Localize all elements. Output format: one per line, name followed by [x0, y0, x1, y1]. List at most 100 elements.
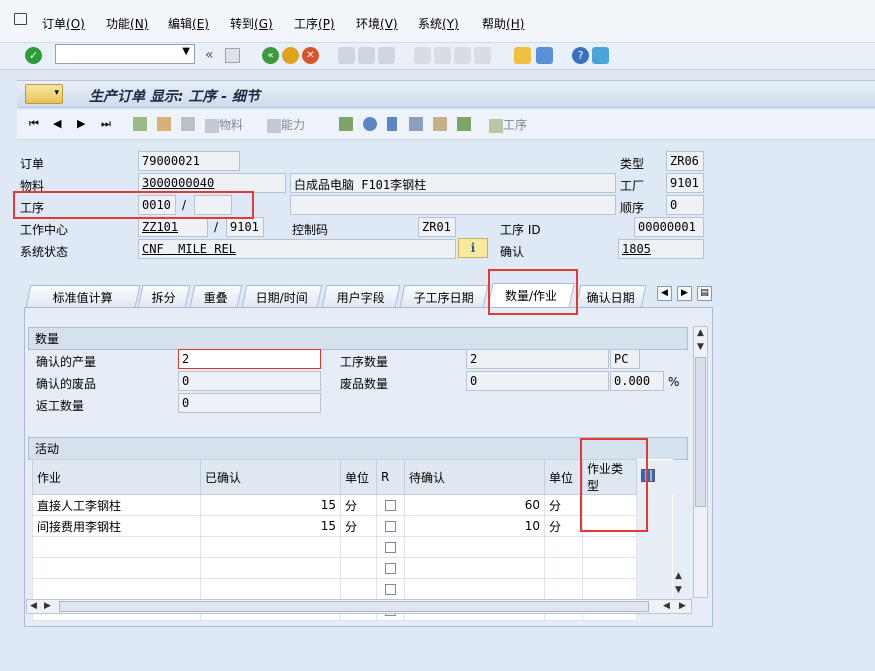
cancel-icon[interactable]: ✕	[302, 47, 319, 64]
workcenter-field[interactable]: ZZ101	[138, 217, 208, 237]
operation-quantity-unit-field[interactable]: PC	[610, 349, 640, 369]
calculator-icon[interactable]	[181, 117, 195, 131]
activity-cell[interactable]	[32, 557, 201, 579]
remaining-cell[interactable]: 10	[404, 515, 545, 537]
operation-id-field[interactable]: 00000001	[634, 217, 704, 237]
table-row[interactable]	[32, 536, 673, 558]
r-checkbox[interactable]	[385, 542, 396, 553]
previous-operation-icon[interactable]: ◀	[53, 117, 61, 130]
capacity-button[interactable]: 能力	[267, 116, 305, 133]
first-page-icon[interactable]	[414, 47, 431, 64]
panel-vertical-scrollbar[interactable]: ▲ ▼	[693, 326, 708, 598]
remaining-cell[interactable]	[404, 536, 545, 558]
screen-menu-button[interactable]: ▾	[25, 84, 63, 104]
confirmed-scrap-field[interactable]: 0	[178, 371, 321, 391]
unit-cell[interactable]	[340, 536, 377, 558]
scroll-right-small-icon[interactable]: ▶	[41, 600, 54, 613]
scroll-left-end-icon[interactable]: ◀	[660, 600, 673, 613]
tab-scroll-right-icon[interactable]: ▶	[677, 286, 692, 301]
activity-type-cell[interactable]	[582, 578, 637, 600]
list-icon[interactable]	[457, 117, 471, 131]
structure-icon[interactable]	[387, 117, 397, 131]
document-icon[interactable]	[157, 117, 171, 131]
last-operation-icon[interactable]: ⏭	[101, 117, 111, 131]
column-header-activity[interactable]: 作业	[32, 459, 201, 495]
table-row[interactable]	[32, 578, 673, 600]
scrap-quantity-field[interactable]: 0	[466, 371, 609, 391]
confirmed-cell[interactable]: 15	[200, 494, 341, 516]
r-checkbox[interactable]	[385, 521, 396, 532]
info-icon[interactable]: i	[458, 238, 488, 258]
menu-order[interactable]: 订单(O)	[42, 15, 85, 32]
copy-icon[interactable]	[433, 117, 447, 131]
unit2-cell[interactable]: 分	[544, 494, 583, 516]
material-button[interactable]: 物料	[205, 116, 243, 133]
plant-field[interactable]: 9101	[666, 173, 704, 193]
table-row[interactable]: 直接人工李钢柱 15 分 60 分	[32, 494, 673, 516]
operation-quantity-field[interactable]: 2	[466, 349, 609, 369]
menu-environment[interactable]: 环境(V)	[356, 15, 398, 32]
column-header-r[interactable]: R	[376, 459, 405, 495]
tab-overlap[interactable]: 重叠	[189, 285, 243, 307]
network-icon[interactable]	[409, 117, 423, 131]
confirmed-cell[interactable]	[200, 557, 341, 579]
scroll-thumb[interactable]	[695, 357, 706, 507]
control-key-field[interactable]: ZR01	[418, 217, 456, 237]
tab-user-fields[interactable]: 用户字段	[321, 285, 401, 307]
scroll-right-end-icon[interactable]: ▶	[676, 600, 689, 613]
type-field[interactable]: ZR06	[666, 151, 704, 171]
history-back-icon[interactable]: «	[205, 47, 214, 63]
column-header-confirmed[interactable]: 已确认	[200, 459, 341, 495]
flag-icon[interactable]	[133, 117, 147, 131]
tab-confirmation-dates[interactable]: 确认日期	[575, 285, 647, 307]
tab-sub-operation-dates[interactable]: 子工序日期	[399, 285, 489, 307]
scroll-down-icon[interactable]: ▼	[694, 341, 707, 354]
column-header-unit2[interactable]: 单位	[544, 459, 583, 495]
tab-list-icon[interactable]: ▤	[697, 286, 712, 301]
sequence-field[interactable]: 0	[666, 195, 704, 215]
first-operation-icon[interactable]: ⏮	[29, 117, 39, 131]
confirmed-cell[interactable]	[200, 578, 341, 600]
hierarchy-icon[interactable]	[339, 117, 353, 131]
r-checkbox[interactable]	[385, 584, 396, 595]
menu-system[interactable]: 系统(Y)	[418, 15, 459, 32]
tab-date-time[interactable]: 日期/时间	[241, 285, 323, 307]
scroll-up-icon[interactable]: ▲	[694, 327, 707, 340]
operation-button[interactable]: 工序	[489, 116, 527, 133]
find-icon[interactable]	[358, 47, 375, 64]
activity-cell[interactable]	[32, 578, 201, 600]
print-icon[interactable]	[338, 47, 355, 64]
system-status-field[interactable]: CNF MILE REL	[138, 239, 456, 259]
unit2-cell[interactable]	[544, 536, 583, 558]
unit-cell[interactable]	[340, 578, 377, 600]
last-page-icon[interactable]	[474, 47, 491, 64]
help-icon[interactable]: ?	[572, 47, 589, 64]
column-header-remaining[interactable]: 待确认	[404, 459, 545, 495]
remaining-cell[interactable]	[404, 578, 545, 600]
activity-cell[interactable]: 间接费用李钢柱	[32, 515, 201, 537]
remaining-cell[interactable]: 60	[404, 494, 545, 516]
unit2-cell[interactable]	[544, 578, 583, 600]
customize-layout-icon[interactable]	[592, 47, 609, 64]
tab-split[interactable]: 拆分	[137, 285, 191, 307]
material-description-field[interactable]: 白成品电脑 F101李钢柱	[290, 173, 616, 193]
menu-goto[interactable]: 转到(G)	[230, 15, 273, 32]
unit2-cell[interactable]: 分	[544, 515, 583, 537]
unit2-cell[interactable]	[544, 557, 583, 579]
unit-cell[interactable]: 分	[340, 494, 377, 516]
confirmed-cell[interactable]	[200, 536, 341, 558]
confirmed-cell[interactable]: 15	[200, 515, 341, 537]
material-field[interactable]: 3000000040	[138, 173, 286, 193]
shortcut-icon[interactable]	[536, 47, 553, 64]
find-next-icon[interactable]	[378, 47, 395, 64]
scrap-percent-field[interactable]: 0.000	[610, 371, 664, 391]
menu-operation[interactable]: 工序(P)	[294, 15, 335, 32]
window-menu-icon[interactable]	[14, 13, 27, 25]
menu-help[interactable]: 帮助(H)	[482, 15, 524, 32]
operation-description-field[interactable]	[290, 195, 616, 215]
column-header-unit[interactable]: 单位	[340, 459, 377, 495]
activity-cell[interactable]: 直接人工李钢柱	[32, 494, 201, 516]
scroll-left-icon[interactable]: ◀	[27, 600, 40, 613]
table-row[interactable]: 间接费用李钢柱 15 分 10 分	[32, 515, 673, 537]
table-row[interactable]	[32, 557, 673, 579]
